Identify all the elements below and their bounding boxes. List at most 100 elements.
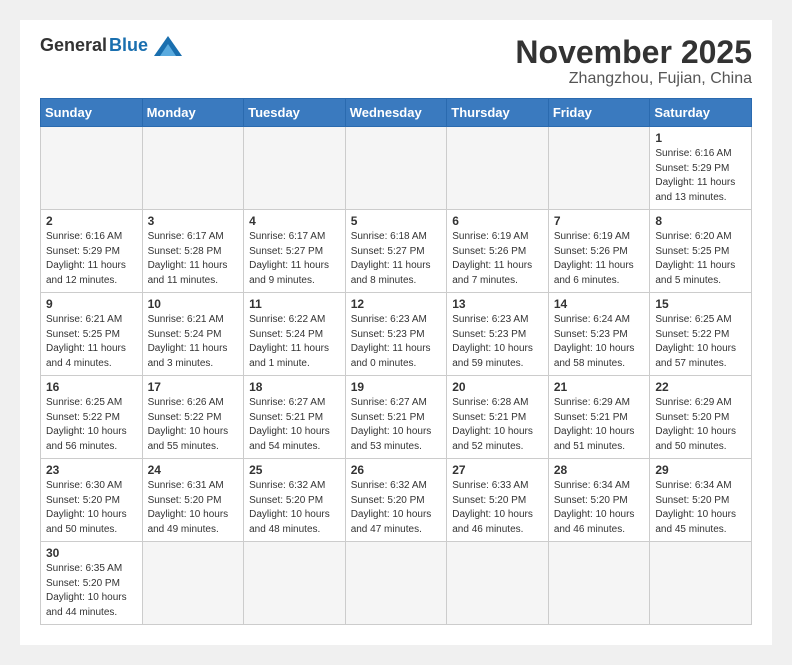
calendar-cell-0-5	[548, 127, 650, 210]
calendar-cell-1-4: 6Sunrise: 6:19 AM Sunset: 5:26 PM Daylig…	[447, 210, 549, 293]
header-monday: Monday	[142, 99, 244, 127]
day-number: 29	[655, 463, 746, 477]
header-sunday: Sunday	[41, 99, 143, 127]
day-info: Sunrise: 6:31 AM Sunset: 5:20 PM Dayligh…	[148, 479, 239, 537]
day-number: 28	[554, 463, 645, 477]
calendar-row-1: 2Sunrise: 6:16 AM Sunset: 5:29 PM Daylig…	[41, 210, 752, 293]
calendar-cell-3-6: 22 Sunrise: 6:29 AM Sunset: 5:20 PM Dayli…	[650, 376, 752, 459]
calendar-cell-2-0: 9Sunrise: 6:21 AM Sunset: 5:25 PM Daylig…	[41, 293, 143, 376]
calendar-cell-2-1: 10Sunrise: 6:21 AM Sunset: 5:24 PM Dayli…	[142, 293, 244, 376]
calendar-table: Sunday Monday Tuesday Wednesday Thursday…	[40, 98, 752, 625]
day-info: Sunrise: 6:29 AM Sunset: 5:20 PM Dayligh…	[655, 396, 746, 454]
day-number: 17	[148, 380, 239, 394]
calendar-cell-4-3: 26Sunrise: 6:32 AM Sunset: 5:20 PM Dayli…	[345, 459, 447, 542]
day-number: 18	[249, 380, 340, 394]
header-friday: Friday	[548, 99, 650, 127]
calendar-cell-4-0: 23 Sunrise: 6:30 AM Sunset: 5:20 PM Dayli…	[41, 459, 143, 542]
day-info: Sunrise: 6:17 AM Sunset: 5:27 PM Dayligh…	[249, 230, 340, 288]
day-number: 4	[249, 214, 340, 228]
calendar-cell-5-2	[244, 542, 346, 625]
month-title: November 2025	[515, 35, 752, 70]
calendar-cell-4-1: 24 Sunrise: 6:31 AM Sunset: 5:20 PM Dayli…	[142, 459, 244, 542]
day-number: 16	[46, 380, 137, 394]
day-info: Sunrise: 6:28 AM Sunset: 5:21 PM Dayligh…	[452, 396, 543, 454]
day-number: 12	[351, 297, 442, 311]
calendar-cell-3-1: 17 Sunrise: 6:26 AM Sunset: 5:22 PM Dayli…	[142, 376, 244, 459]
calendar-cell-5-0: 30 Sunrise: 6:35 AM Sunset: 5:20 PM Dayli…	[41, 542, 143, 625]
day-info: Sunrise: 6:35 AM Sunset: 5:20 PM Dayligh…	[46, 562, 137, 620]
day-number: 23	[46, 463, 137, 477]
day-info: Sunrise: 6:17 AM Sunset: 5:28 PM Dayligh…	[148, 230, 239, 288]
calendar-cell-2-2: 11 Sunrise: 6:22 AM Sunset: 5:24 PM Dayli…	[244, 293, 346, 376]
day-info: Sunrise: 6:16 AM Sunset: 5:29 PM Dayligh…	[46, 230, 137, 288]
day-info: Sunrise: 6:23 AM Sunset: 5:23 PM Dayligh…	[452, 313, 543, 371]
logo: General Blue	[40, 35, 182, 56]
day-number: 27	[452, 463, 543, 477]
logo-icon	[154, 36, 182, 56]
calendar-cell-1-1: 3Sunrise: 6:17 AM Sunset: 5:28 PM Daylig…	[142, 210, 244, 293]
calendar-cell-5-4	[447, 542, 549, 625]
day-info: Sunrise: 6:30 AM Sunset: 5:20 PM Dayligh…	[46, 479, 137, 537]
logo-text: General Blue	[40, 35, 182, 56]
day-info: Sunrise: 6:34 AM Sunset: 5:20 PM Dayligh…	[554, 479, 645, 537]
day-info: Sunrise: 6:29 AM Sunset: 5:21 PM Dayligh…	[554, 396, 645, 454]
calendar-cell-4-2: 25 Sunrise: 6:32 AM Sunset: 5:20 PM Dayli…	[244, 459, 346, 542]
day-number: 11	[249, 297, 340, 311]
day-info: Sunrise: 6:33 AM Sunset: 5:20 PM Dayligh…	[452, 479, 543, 537]
day-info: Sunrise: 6:21 AM Sunset: 5:25 PM Dayligh…	[46, 313, 137, 371]
day-number: 21	[554, 380, 645, 394]
day-info: Sunrise: 6:19 AM Sunset: 5:26 PM Dayligh…	[452, 230, 543, 288]
day-number: 5	[351, 214, 442, 228]
day-number: 26	[351, 463, 442, 477]
calendar-cell-0-3	[345, 127, 447, 210]
day-info: Sunrise: 6:24 AM Sunset: 5:23 PM Dayligh…	[554, 313, 645, 371]
day-info: Sunrise: 6:18 AM Sunset: 5:27 PM Dayligh…	[351, 230, 442, 288]
calendar-cell-5-6	[650, 542, 752, 625]
day-info: Sunrise: 6:26 AM Sunset: 5:22 PM Dayligh…	[148, 396, 239, 454]
calendar-cell-1-6: 8Sunrise: 6:20 AM Sunset: 5:25 PM Daylig…	[650, 210, 752, 293]
calendar-cell-5-1	[142, 542, 244, 625]
title-section: November 2025 Zhangzhou, Fujian, China	[515, 35, 752, 88]
calendar-cell-5-5	[548, 542, 650, 625]
calendar-row-3: 16 Sunrise: 6:25 AM Sunset: 5:22 PM Dayli…	[41, 376, 752, 459]
calendar-cell-4-6: 29 Sunrise: 6:34 AM Sunset: 5:20 PM Dayli…	[650, 459, 752, 542]
calendar-cell-0-4	[447, 127, 549, 210]
day-number: 7	[554, 214, 645, 228]
calendar-cell-2-3: 12Sunrise: 6:23 AM Sunset: 5:23 PM Dayli…	[345, 293, 447, 376]
header: General Blue November 2025 Zhangzhou, Fu…	[40, 35, 752, 88]
day-info: Sunrise: 6:27 AM Sunset: 5:21 PM Dayligh…	[351, 396, 442, 454]
calendar-cell-0-6: 1Sunrise: 6:16 AM Sunset: 5:29 PM Daylig…	[650, 127, 752, 210]
day-number: 24	[148, 463, 239, 477]
day-number: 13	[452, 297, 543, 311]
day-info: Sunrise: 6:32 AM Sunset: 5:20 PM Dayligh…	[249, 479, 340, 537]
day-number: 30	[46, 546, 137, 560]
day-info: Sunrise: 6:22 AM Sunset: 5:24 PM Dayligh…	[249, 313, 340, 371]
calendar-cell-1-3: 5 Sunrise: 6:18 AM Sunset: 5:27 PM Daylig…	[345, 210, 447, 293]
header-tuesday: Tuesday	[244, 99, 346, 127]
calendar-cell-0-1	[142, 127, 244, 210]
calendar-container: General Blue November 2025 Zhangzhou, Fu…	[20, 20, 772, 645]
calendar-cell-1-2: 4 Sunrise: 6:17 AM Sunset: 5:27 PM Daylig…	[244, 210, 346, 293]
calendar-cell-4-5: 28 Sunrise: 6:34 AM Sunset: 5:20 PM Dayli…	[548, 459, 650, 542]
calendar-cell-2-5: 14Sunrise: 6:24 AM Sunset: 5:23 PM Dayli…	[548, 293, 650, 376]
calendar-cell-3-2: 18 Sunrise: 6:27 AM Sunset: 5:21 PM Dayli…	[244, 376, 346, 459]
weekday-header-row: Sunday Monday Tuesday Wednesday Thursday…	[41, 99, 752, 127]
day-info: Sunrise: 6:19 AM Sunset: 5:26 PM Dayligh…	[554, 230, 645, 288]
calendar-cell-3-5: 21 Sunrise: 6:29 AM Sunset: 5:21 PM Dayli…	[548, 376, 650, 459]
day-info: Sunrise: 6:25 AM Sunset: 5:22 PM Dayligh…	[46, 396, 137, 454]
calendar-cell-3-4: 20 Sunrise: 6:28 AM Sunset: 5:21 PM Dayli…	[447, 376, 549, 459]
header-thursday: Thursday	[447, 99, 549, 127]
calendar-cell-3-0: 16 Sunrise: 6:25 AM Sunset: 5:22 PM Dayli…	[41, 376, 143, 459]
calendar-body: 1Sunrise: 6:16 AM Sunset: 5:29 PM Daylig…	[41, 127, 752, 625]
day-number: 22	[655, 380, 746, 394]
day-info: Sunrise: 6:27 AM Sunset: 5:21 PM Dayligh…	[249, 396, 340, 454]
calendar-cell-2-4: 13 Sunrise: 6:23 AM Sunset: 5:23 PM Dayli…	[447, 293, 549, 376]
day-number: 15	[655, 297, 746, 311]
day-info: Sunrise: 6:21 AM Sunset: 5:24 PM Dayligh…	[148, 313, 239, 371]
day-info: Sunrise: 6:34 AM Sunset: 5:20 PM Dayligh…	[655, 479, 746, 537]
logo-general-text: General	[40, 35, 107, 56]
day-number: 25	[249, 463, 340, 477]
calendar-cell-3-3: 19Sunrise: 6:27 AM Sunset: 5:21 PM Dayli…	[345, 376, 447, 459]
day-number: 20	[452, 380, 543, 394]
day-info: Sunrise: 6:20 AM Sunset: 5:25 PM Dayligh…	[655, 230, 746, 288]
